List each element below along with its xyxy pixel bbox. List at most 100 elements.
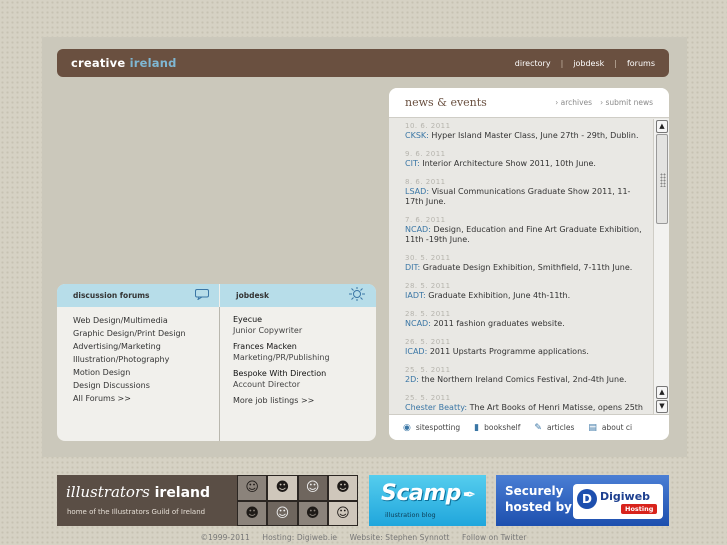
- forum-link-motion-design[interactable]: Motion Design: [73, 366, 219, 379]
- news-text: CKSK: Hyper Island Master Class, June 27…: [405, 131, 645, 141]
- news-headline[interactable]: Design, Education and Fine Art Graduate …: [405, 225, 642, 244]
- illustrators-tagline: home of the Illustrators Guild of Irelan…: [67, 508, 206, 516]
- news-org[interactable]: IADT:: [405, 291, 426, 300]
- news-org[interactable]: CKSK:: [405, 131, 429, 140]
- job-role: Account Director: [233, 380, 300, 389]
- illustrators-banner-name: illustrators ireland: [66, 483, 210, 501]
- nav-jobdesk[interactable]: jobdesk: [573, 59, 604, 68]
- news-date: 28. 5. 2011: [405, 310, 451, 318]
- news-text: 2D: the Northern Ireland Comics Festival…: [405, 375, 645, 385]
- news-date: 25. 5. 2011: [405, 366, 451, 374]
- news-org[interactable]: LSAD:: [405, 187, 429, 196]
- news-headline[interactable]: 2011 fashion graduates website.: [433, 319, 564, 328]
- nav-directory[interactable]: directory: [515, 59, 551, 68]
- about-link[interactable]: ▤ about ci: [588, 423, 632, 433]
- scroll-thumb[interactable]: [656, 134, 668, 224]
- hosting-link[interactable]: Hosting: Digiweb.ie: [262, 533, 337, 542]
- news-headline[interactable]: Hyper Island Master Class, June 27th - 2…: [431, 131, 638, 140]
- news-item[interactable]: 25. 5. 2011 Chester Beatty: The Art Book…: [405, 394, 645, 414]
- articles-link[interactable]: ✎ articles: [534, 423, 574, 433]
- bar-chart-icon: ▮: [474, 422, 480, 433]
- news-item[interactable]: 7. 6. 2011 NCAD: Design, Education and F…: [405, 216, 645, 245]
- twitter-link[interactable]: Follow on Twitter: [462, 533, 526, 542]
- news-org[interactable]: NCAD:: [405, 319, 431, 328]
- job-company[interactable]: Bespoke With Direction: [233, 368, 376, 379]
- illustration-thumbnails: ☺ ☻ ☺ ☻ ☻ ☺ ☻ ☺: [237, 475, 358, 526]
- forums-jobdesk-panel: discussion forums jobdesk Web Design/Mul…: [57, 284, 376, 441]
- news-text: Chester Beatty: The Art Books of Henri M…: [405, 403, 645, 414]
- news-item[interactable]: 8. 6. 2011 LSAD: Visual Communications G…: [405, 178, 645, 207]
- news-text: CIT: Interior Architecture Show 2011, 10…: [405, 159, 645, 169]
- news-headline[interactable]: Interior Architecture Show 2011, 10th Ju…: [422, 159, 596, 168]
- speech-bubble-icon: [195, 288, 209, 303]
- digiweb-banner[interactable]: Securely hosted by D Digiweb Hosting: [496, 475, 669, 526]
- website-credit-link[interactable]: Website: Stephen Synnott: [350, 533, 450, 542]
- forum-link-all-forums[interactable]: All Forums >>: [73, 392, 219, 405]
- news-date: 25. 5. 2011: [405, 394, 451, 402]
- scamp-banner[interactable]: Scamp ✒ illustration blog: [369, 475, 486, 526]
- news-headline[interactable]: Graduate Design Exhibition, Smithfield, …: [423, 263, 633, 272]
- pencil-icon: ✎: [534, 422, 542, 433]
- job-listing[interactable]: Frances Macken Marketing/PR/Publishing: [233, 341, 376, 363]
- more-jobs-link[interactable]: More job listings >>: [233, 395, 376, 406]
- hosting-badge: Hosting: [621, 504, 658, 514]
- logo-word-ireland: ireland: [129, 56, 177, 70]
- forum-link-graphic-design[interactable]: Graphic Design/Print Design: [73, 327, 219, 340]
- submit-news-link[interactable]: › submit news: [600, 98, 653, 107]
- news-headline[interactable]: Graduate Exhibition, June 4th-11th.: [428, 291, 570, 300]
- news-org[interactable]: ICAD:: [405, 347, 427, 356]
- job-listing[interactable]: Bespoke With Direction Account Director: [233, 368, 376, 390]
- news-header: news & events › archives › submit news: [389, 88, 669, 118]
- forums-jobdesk-body: Web Design/Multimedia Graphic Design/Pri…: [57, 307, 376, 441]
- job-listing[interactable]: Eyecue Junior Copywriter: [233, 314, 376, 336]
- news-org[interactable]: Chester Beatty:: [405, 403, 467, 412]
- forums-title[interactable]: discussion forums: [73, 291, 150, 300]
- news-scrollbar[interactable]: ▲ ▲ ▼: [653, 119, 669, 414]
- news-links: › archives › submit news: [555, 98, 653, 107]
- site-logo[interactable]: creative ireland: [71, 56, 177, 70]
- news-item[interactable]: 30. 5. 2011 DIT: Graduate Design Exhibit…: [405, 254, 645, 273]
- sitespotting-link[interactable]: ◉ sitespotting: [403, 423, 460, 433]
- nav-forums[interactable]: forums: [627, 59, 655, 68]
- news-item[interactable]: 9. 6. 2011 CIT: Interior Architecture Sh…: [405, 150, 645, 169]
- news-text: ICAD: 2011 Upstarts Programme applicatio…: [405, 347, 645, 357]
- foot-label: bookshelf: [484, 423, 521, 432]
- illustrators-word: illustrators: [66, 483, 150, 501]
- news-text: DIT: Graduate Design Exhibition, Smithfi…: [405, 263, 645, 273]
- nav-separator: |: [614, 58, 617, 68]
- forum-link-advertising[interactable]: Advertising/Marketing: [73, 340, 219, 353]
- news-item[interactable]: 28. 5. 2011 NCAD: 2011 fashion graduates…: [405, 310, 645, 329]
- face-illustration-icon: ☺: [328, 501, 357, 525]
- news-item[interactable]: 28. 5. 2011 IADT: Graduate Exhibition, J…: [405, 282, 645, 301]
- scamp-subtitle: illustration blog: [385, 511, 436, 519]
- scroll-up-icon[interactable]: ▲: [656, 120, 668, 133]
- news-org[interactable]: 2D:: [405, 375, 419, 384]
- scroll-down-icon[interactable]: ▼: [656, 400, 668, 413]
- jobs-list: Eyecue Junior Copywriter Frances Macken …: [220, 307, 376, 441]
- bookshelf-link[interactable]: ▮ bookshelf: [474, 423, 520, 433]
- illustrators-ireland-banner[interactable]: illustrators ireland home of the Illustr…: [57, 475, 358, 526]
- news-headline[interactable]: 2011 Upstarts Programme applications.: [430, 347, 589, 356]
- news-headline[interactable]: the Northern Ireland Comics Festival, 2n…: [422, 375, 627, 384]
- job-company[interactable]: Eyecue: [233, 314, 376, 325]
- scroll-up-icon[interactable]: ▲: [656, 386, 668, 399]
- news-events-panel: news & events › archives › submit news 1…: [389, 88, 669, 440]
- news-item[interactable]: 25. 5. 2011 2D: the Northern Ireland Com…: [405, 366, 645, 385]
- news-org[interactable]: NCAD:: [405, 225, 431, 234]
- jobdesk-title[interactable]: jobdesk: [236, 291, 269, 300]
- forum-link-web-design[interactable]: Web Design/Multimedia: [73, 314, 219, 327]
- news-item[interactable]: 26. 5. 2011 ICAD: 2011 Upstarts Programm…: [405, 338, 645, 357]
- forum-link-design-discussions[interactable]: Design Discussions: [73, 379, 219, 392]
- archives-link[interactable]: › archives: [555, 98, 592, 107]
- forum-link-illustration[interactable]: Illustration/Photography: [73, 353, 219, 366]
- job-company[interactable]: Frances Macken: [233, 341, 376, 352]
- pen-icon: ✒: [462, 485, 476, 504]
- news-item[interactable]: 10. 6. 2011 CKSK: Hyper Island Master Cl…: [405, 122, 645, 141]
- digiweb-logo: D Digiweb Hosting: [573, 484, 663, 519]
- ireland-word: ireland: [154, 485, 211, 501]
- forums-header: discussion forums: [57, 284, 220, 307]
- news-headline[interactable]: Visual Communications Graduate Show 2011…: [405, 187, 630, 206]
- news-org[interactable]: CIT:: [405, 159, 420, 168]
- job-role: Junior Copywriter: [233, 326, 303, 335]
- news-org[interactable]: DIT:: [405, 263, 420, 272]
